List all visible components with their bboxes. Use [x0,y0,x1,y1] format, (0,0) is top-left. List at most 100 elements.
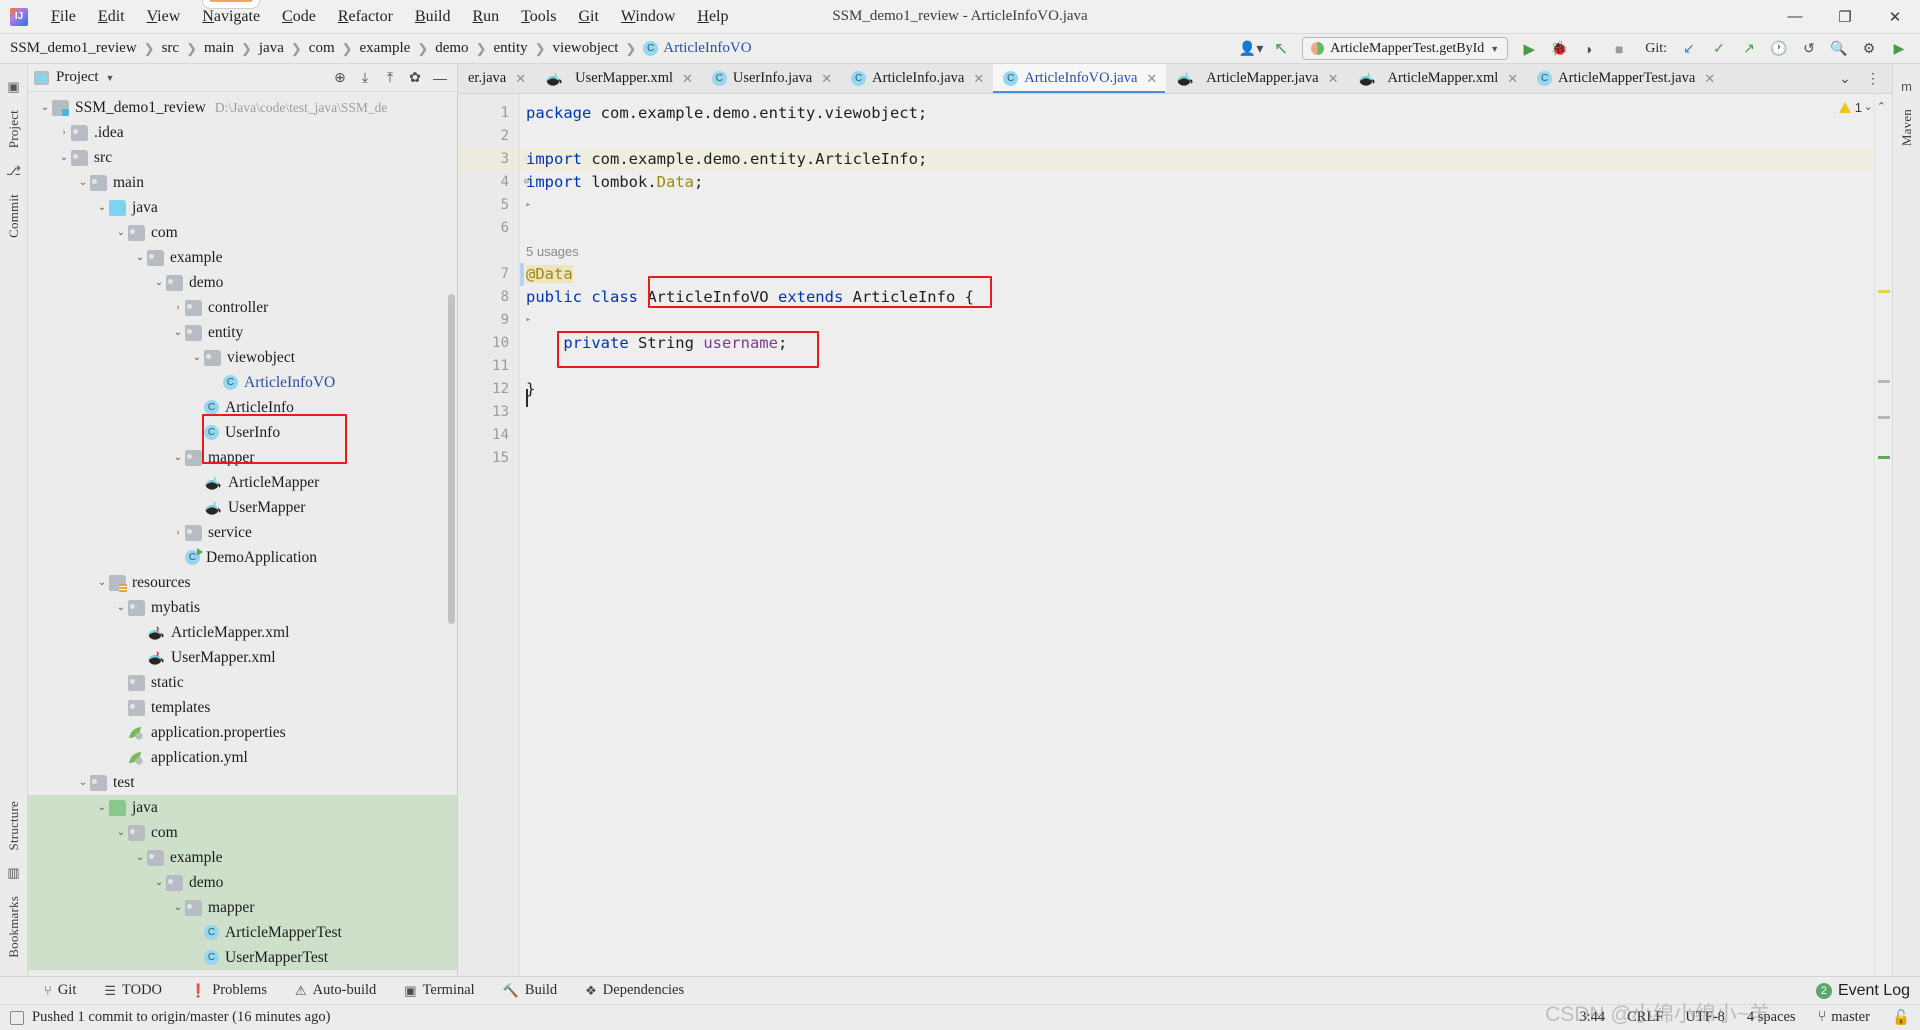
code-line[interactable] [520,217,1874,240]
menu-help[interactable]: Help [686,5,739,29]
tree-node-mapper[interactable]: ⌄ mapper [28,445,457,470]
tree-node-main[interactable]: ⌄ main [28,170,457,195]
project-panel-title[interactable]: Project ▼ [34,69,114,86]
window-controls[interactable]: — ❐ ✕ [1770,0,1920,34]
line-separator-indicator[interactable]: CRLF [1627,1009,1663,1026]
tool-window-bar[interactable]: ⑂ Git ☰ TODO ❗ Problems ⚠ Auto-build ▣ Terminal 🔨 B… [0,976,1920,1004]
code-line[interactable] [520,309,1874,332]
code-line[interactable] [520,447,1874,470]
maven-icon[interactable]: m [1901,79,1912,94]
menu-run[interactable]: Run [461,5,510,29]
code-line[interactable] [520,355,1874,378]
tree-node-userinfo[interactable]: ·C UserInfo [28,420,457,445]
expand-arrow-icon[interactable]: › [57,127,71,138]
editor-tab-articlemapper-java[interactable]: ArticleMapper.java ✕ [1166,64,1347,93]
menu-bar[interactable]: File Edit View Navigate Code Refactor Bu… [40,5,740,29]
status-bar[interactable]: Pushed 1 commit to origin/master (16 min… [0,1003,1920,1030]
menu-window[interactable]: Window [610,5,686,29]
close-button[interactable]: ✕ [1870,0,1920,34]
close-tab-icon[interactable]: ✕ [1328,71,1339,87]
tree-node-java[interactable]: ⌄ java [28,795,457,820]
right-tool-strip[interactable]: m Maven [1892,64,1920,976]
gutter-line-number[interactable]: 1 [458,102,519,125]
editor-tab-articlemapper-xml[interactable]: ArticleMapper.xml ✕ [1348,64,1528,93]
project-panel-actions[interactable]: ⊕ ⤓ ⤒ ✿ — [329,67,451,89]
tool-window-terminal[interactable]: ▣ Terminal [390,982,488,999]
menu-view[interactable]: View [136,5,192,29]
collapse-arrow-icon[interactable]: ⌄ [152,277,166,288]
tree-node-test[interactable]: ⌄ test [28,770,457,795]
breadcrumb-viewobject[interactable]: viewobject [553,40,619,57]
collapse-arrow-icon[interactable]: ⌄ [114,602,128,613]
tree-node-application-properties[interactable]: · application.properties [28,720,457,745]
expand-arrow-icon[interactable]: › [171,527,185,538]
tree-node-articleinfovo[interactable]: ·C ArticleInfoVO [28,370,457,395]
code-editor[interactable]: 123⊖4⊖5▸6 789▸101112131415 package com.e… [458,94,1892,976]
gutter-line-number[interactable]: 8 [458,286,519,309]
breadcrumb-entity[interactable]: entity [493,40,527,57]
run-with-coverage-icon[interactable]: ◗ [1576,37,1602,61]
tree-node-java[interactable]: ⌄ java [28,195,457,220]
gutter-line-number[interactable]: 14 [458,424,519,447]
tool-window-auto-build[interactable]: ⚠ Auto-build [281,982,390,999]
gutter-line-number[interactable]: 5 ▸ [458,194,531,217]
menu-git[interactable]: Git [567,5,609,29]
collapse-arrow-icon[interactable]: ⌄ [133,852,147,863]
collapse-arrow-icon[interactable]: ⌄ [114,227,128,238]
code-line[interactable]: @Data [520,263,1874,286]
gutter-line-number[interactable]: 6 [458,217,519,240]
tree-node-example[interactable]: ⌄ example [28,845,457,870]
editor-tab-usermapper-xml[interactable]: UserMapper.xml ✕ [535,64,702,93]
tool-window-git[interactable]: ⑂ Git [30,982,90,999]
inspection-warning-indicator[interactable]: 1 [1838,100,1862,115]
sidebar-item-project[interactable]: Project [6,102,22,156]
code-line[interactable] [520,194,1874,217]
tree-node-static[interactable]: · static [28,670,457,695]
more-options-icon[interactable]: ⋮ [1860,67,1886,91]
read-only-toggle-icon[interactable]: 🔓 [1892,1009,1910,1027]
collapse-arrow-icon[interactable]: ⌄ [114,827,128,838]
tree-node-articleinfo[interactable]: ·C ArticleInfo [28,395,457,420]
collapse-arrow-icon[interactable]: ⌄ [76,177,90,188]
collapse-arrow-icon[interactable]: ⌄ [95,802,109,813]
editor-tab-articlemappertest-java[interactable]: C ArticleMapperTest.java ✕ [1527,64,1724,93]
project-tool-window[interactable]: Project ▼ ⊕ ⤓ ⤒ ✿ — ⌄ SSM_demo1_review D:\… [28,64,458,976]
search-icon[interactable]: 🔍 [1826,37,1852,61]
navigation-bar[interactable]: SSM_demo1_review ❯ src ❯ main ❯ java ❯ c… [0,34,1920,64]
collapse-arrow-icon[interactable]: ⌄ [133,252,147,263]
user-avatar-icon[interactable]: 👤▾ [1238,37,1264,61]
toolbar-actions[interactable]: 👤▾ ↖ ArticleMapperTest.getById ▼ ▶ 🐞 ◗ ■… [1238,37,1920,61]
menu-build[interactable]: Build [404,5,462,29]
tree-node-src[interactable]: ⌄ src [28,145,457,170]
collapse-arrow-icon[interactable]: ⌄ [171,327,185,338]
minimize-button[interactable]: — [1770,0,1820,34]
tab-list-icon[interactable]: ⌄ [1832,67,1858,91]
editor-code-content[interactable]: package com.example.demo.entity.viewobje… [520,94,1874,976]
warning-marker[interactable] [1878,290,1890,293]
caret-position-indicator[interactable]: 3:44 [1579,1009,1605,1026]
close-tab-icon[interactable]: ✕ [1704,71,1715,87]
gutter-line-number[interactable]: 3⊖ [458,148,529,171]
gutter-line-number[interactable]: 15 [458,447,519,470]
change-marker[interactable] [1878,380,1890,383]
git-update-icon[interactable]: ↙ [1676,37,1702,61]
debug-icon[interactable]: 🐞 [1546,37,1572,61]
code-line[interactable] [520,401,1874,424]
expand-arrow-icon[interactable]: › [171,302,185,313]
editor-tab-er-java[interactable]: er.java ✕ [458,64,535,93]
encoding-indicator[interactable]: UTF-8 [1685,1009,1724,1026]
gutter-line-number[interactable]: 2 [458,125,519,148]
tab-bar-actions[interactable]: ⌄ ⋮ [1826,64,1892,93]
collapse-all-icon[interactable]: ⤒ [379,67,401,89]
close-tab-icon[interactable]: ✕ [1507,71,1518,87]
tree-node-application-yml[interactable]: · application.yml [28,745,457,770]
tree-node-com[interactable]: ⌄ com [28,220,457,245]
change-marker[interactable] [1878,456,1890,459]
code-line[interactable] [520,125,1874,148]
tree-node-example[interactable]: ⌄ example [28,245,457,270]
gutter-line-number[interactable]: 4 ⊖ [458,171,529,194]
run-configuration-selector[interactable]: ArticleMapperTest.getById ▼ [1302,37,1509,60]
close-tab-icon[interactable]: ✕ [682,71,693,87]
close-tab-icon[interactable]: ✕ [821,71,832,87]
breadcrumb-src[interactable]: src [162,40,180,57]
